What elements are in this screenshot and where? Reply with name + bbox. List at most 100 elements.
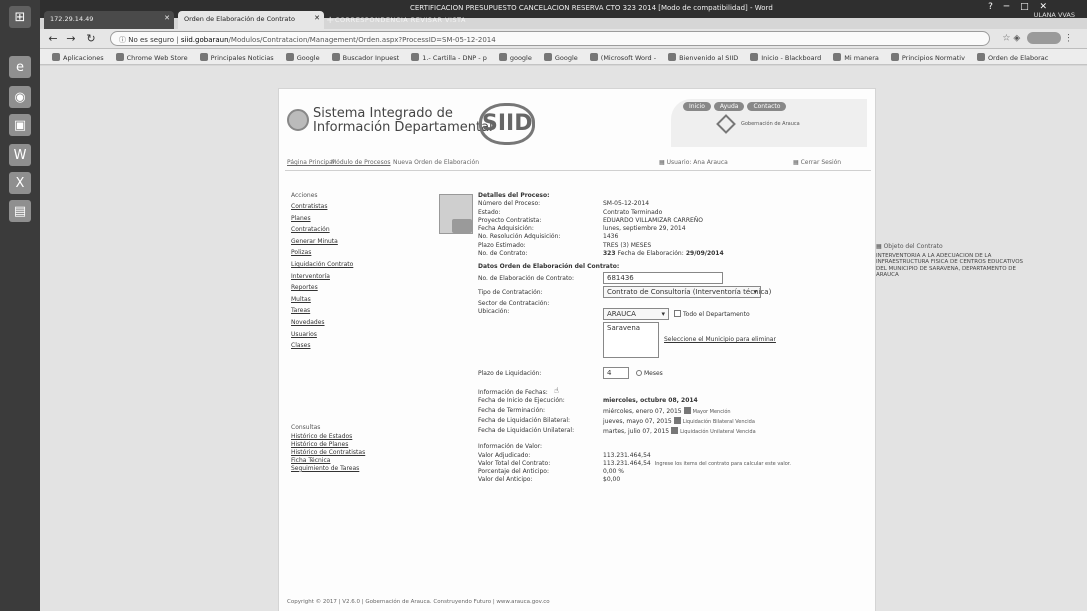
date-text: miércoles, enero 07, 2015 bbox=[603, 408, 682, 416]
all-dept-checkbox-wrap[interactable]: Todo el Departamento bbox=[674, 309, 750, 318]
sidebar-link[interactable]: Histórico de Contratistas bbox=[291, 449, 386, 457]
sidebar-link[interactable]: Reportes bbox=[291, 282, 386, 294]
all-dept-checkbox[interactable] bbox=[674, 309, 681, 317]
municipality-option[interactable]: Saravena bbox=[607, 324, 640, 332]
contract-type-select[interactable]: Contrato de Consultoría (Interventoría t… bbox=[603, 285, 771, 298]
calendar-icon[interactable] bbox=[671, 427, 679, 435]
bookmark-item[interactable]: Orden de Elaborac bbox=[976, 53, 1049, 62]
select-municipality-link[interactable]: Seleccione el Municipio para eliminar bbox=[664, 336, 776, 343]
breadcrumb-home[interactable]: Página Principal bbox=[287, 159, 334, 166]
detail-row: No. Resolución Adquisición: 1436 bbox=[478, 233, 728, 241]
back-icon[interactable]: ← bbox=[46, 32, 60, 45]
sidebar-link[interactable]: Contratistas bbox=[291, 201, 386, 213]
header-tab-ayuda[interactable]: Ayuda bbox=[713, 102, 745, 111]
sidebar-link[interactable]: Novedades bbox=[291, 317, 386, 329]
bookmark-item[interactable]: Buscador Inpuest bbox=[331, 53, 399, 62]
bookmark-item[interactable]: google bbox=[498, 53, 532, 62]
system-title: Sistema Integrado de Información Departa… bbox=[313, 107, 493, 135]
header-tab-contacto[interactable]: Contacto bbox=[747, 102, 787, 111]
page-viewport: Sistema Integrado de Información Departa… bbox=[40, 66, 1087, 611]
browser-actions: ☆ ◈ ⋮ bbox=[1002, 32, 1073, 44]
info-icon[interactable]: ⓘ bbox=[119, 36, 126, 44]
order-number-row: No. de Elaboración de Contrato: 681436 bbox=[478, 271, 728, 286]
sidebar-link[interactable]: Ficha Técnica bbox=[291, 457, 386, 465]
user-icon: ▦ bbox=[659, 159, 667, 166]
municipality-listbox[interactable]: Saravena bbox=[603, 321, 659, 358]
bookmark-item[interactable]: Chrome Web Store bbox=[115, 53, 188, 62]
bookmark-item[interactable]: Google bbox=[285, 53, 320, 62]
term-unit-radio[interactable]: Meses bbox=[636, 369, 663, 377]
value-row: Porcentaje del Anticipo: 0,00 % bbox=[478, 468, 728, 476]
tab-ip[interactable]: 172.29.14.49 ✕ bbox=[44, 11, 174, 29]
new-tab-icon[interactable]: + bbox=[326, 15, 334, 26]
forward-icon[interactable]: → bbox=[64, 32, 78, 45]
word-ribbon-tabs[interactable]: CORRESPONDENCIA REVISAR VISTA bbox=[335, 16, 466, 24]
sidebar-link[interactable]: Generar Minuta bbox=[291, 236, 386, 248]
location-select[interactable]: ARAUCA ▾ bbox=[603, 307, 669, 320]
ie-icon[interactable]: e bbox=[9, 56, 31, 78]
sidebar-link[interactable]: Liquidación Contrato bbox=[291, 259, 386, 271]
app-icon-1[interactable]: ▣ bbox=[9, 114, 31, 136]
sidebar-link[interactable]: Usuarios bbox=[291, 329, 386, 341]
bookmark-icon bbox=[750, 53, 759, 61]
bookmark-item[interactable]: 1.- Cartilla - DNP - p bbox=[411, 53, 487, 62]
signed-in-user[interactable]: ULANA VVAS bbox=[1034, 11, 1075, 19]
calendar-icon[interactable] bbox=[673, 417, 681, 425]
bookmark-item[interactable]: Inicio - Blackboard bbox=[750, 53, 821, 62]
bookmark-item[interactable]: Aplicaciones bbox=[52, 53, 104, 62]
months-radio[interactable] bbox=[636, 369, 642, 376]
excel-icon[interactable]: X bbox=[9, 172, 31, 194]
detail-label: Proyecto Contratista: bbox=[478, 216, 542, 224]
sidebar-link[interactable]: Clases bbox=[291, 340, 386, 352]
menu-icon[interactable]: ⋮ bbox=[1064, 34, 1073, 44]
windows-start-icon[interactable]: ⊞ bbox=[9, 6, 31, 28]
close-icon[interactable]: ✕ bbox=[314, 14, 320, 22]
system-title-line2: Información Departamental bbox=[313, 120, 493, 135]
url-field[interactable]: ⓘ No es seguro | siid.gobaraun/Modulos/C… bbox=[110, 31, 990, 46]
star-icon[interactable]: ☆ bbox=[1002, 34, 1010, 44]
sidebar-link[interactable]: Multas bbox=[291, 294, 386, 306]
bookmark-label: Chrome Web Store bbox=[126, 54, 188, 62]
detail-label: No. Resolución Adquisición: bbox=[478, 233, 561, 241]
sidebar-link[interactable]: Seguimiento de Tareas bbox=[291, 465, 386, 473]
profile-avatar[interactable] bbox=[1027, 32, 1062, 44]
bookmark-item[interactable]: Bienvenido al SIID bbox=[668, 53, 738, 62]
tab-orden[interactable]: Orden de Elaboración de Contrato ✕ bbox=[178, 11, 324, 29]
sidebar-link[interactable]: Polizas bbox=[291, 247, 386, 259]
bookmark-item[interactable]: Principios Normativ bbox=[890, 53, 965, 62]
date-note: Mayor Mención bbox=[692, 409, 731, 416]
term-input[interactable]: 4 bbox=[603, 366, 629, 379]
chrome-icon[interactable]: ◉ bbox=[9, 86, 31, 108]
sidebar-link[interactable]: Interventoría bbox=[291, 271, 386, 283]
bookmark-label: Google bbox=[554, 54, 578, 62]
extension-icon[interactable]: ◈ bbox=[1013, 34, 1020, 44]
header-tabs: Inicio Ayuda Contacto bbox=[683, 102, 789, 111]
sidebar-link[interactable]: Tareas bbox=[291, 305, 386, 317]
detail-row: Fecha Adquisición: lunes, septiembre 29, … bbox=[478, 225, 728, 233]
bookmark-item[interactable]: Mi manera bbox=[833, 53, 879, 62]
sidebar-link[interactable]: Histórico de Planes bbox=[291, 441, 386, 449]
breadcrumb-procesos[interactable]: Módulo de Procesos bbox=[331, 159, 391, 166]
value-text: 0,00 % bbox=[603, 468, 624, 476]
user-info: ▦ Usuario: Ana Arauca bbox=[659, 159, 728, 166]
reload-icon[interactable]: ↻ bbox=[84, 32, 98, 45]
bookmark-item[interactable]: (Microsoft Word - bbox=[589, 53, 656, 62]
bookmark-item[interactable]: Google bbox=[543, 53, 578, 62]
bookmark-label: Principios Normativ bbox=[901, 54, 965, 62]
bookmark-label: Bienvenido al SIID bbox=[679, 54, 739, 62]
close-icon[interactable]: ✕ bbox=[164, 14, 170, 22]
detail-value: TRES (3) MESES bbox=[603, 241, 652, 249]
logout-link[interactable]: ▦ Cerrar Sesión bbox=[793, 159, 841, 166]
order-number-input[interactable]: 681436 bbox=[603, 271, 723, 284]
header-tab-inicio[interactable]: Inicio bbox=[683, 102, 711, 111]
sidebar-section-acciones: Acciones bbox=[291, 192, 318, 199]
bookmark-label: Orden de Elaborac bbox=[987, 54, 1049, 62]
calendar-icon[interactable] bbox=[683, 407, 691, 415]
bookmark-item[interactable]: Principales Noticias bbox=[199, 53, 274, 62]
folder-icon[interactable]: ▤ bbox=[9, 200, 31, 222]
sidebar-link[interactable]: Contratación bbox=[291, 224, 386, 236]
sidebar-link[interactable]: Planes bbox=[291, 213, 386, 225]
word-icon[interactable]: W bbox=[9, 144, 31, 166]
sidebar-link[interactable]: Histórico de Estados bbox=[291, 433, 386, 441]
date-value: miércoles, enero 07, 2015 Mayor Mención bbox=[603, 407, 731, 415]
